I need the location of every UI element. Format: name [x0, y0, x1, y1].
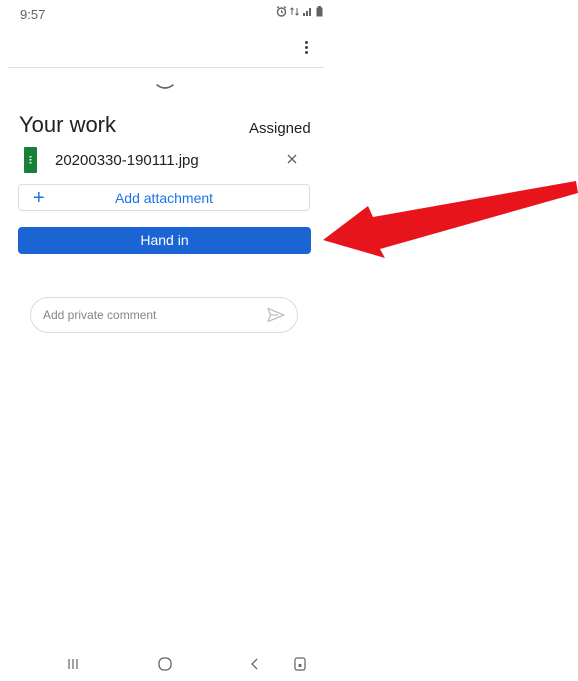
send-icon[interactable] — [267, 307, 285, 323]
status-assigned: Assigned — [249, 120, 311, 137]
hand-in-button[interactable]: Hand in — [18, 227, 311, 254]
alarm-icon — [276, 6, 287, 17]
attachment-file-name[interactable]: 20200330-190111.jpg — [55, 152, 199, 169]
home-icon[interactable] — [157, 656, 173, 672]
battery-icon — [316, 6, 323, 17]
add-attachment-button[interactable]: + Add attachment — [18, 184, 310, 211]
back-icon[interactable] — [248, 657, 262, 671]
cell-signal-icon — [303, 8, 311, 16]
your-work-title: Your work — [19, 112, 117, 137]
private-comment-box — [30, 297, 298, 333]
close-icon[interactable] — [284, 151, 300, 167]
overflow-menu-icon[interactable] — [296, 36, 316, 58]
status-icons — [276, 6, 323, 17]
chevron-down-icon[interactable] — [155, 82, 175, 92]
annotation-arrow — [323, 181, 578, 258]
recent-apps-icon[interactable] — [66, 657, 80, 671]
header-divider — [8, 67, 324, 68]
assistant-icon[interactable] — [293, 656, 307, 672]
image-file-icon[interactable] — [24, 147, 37, 173]
data-signal-icon — [290, 7, 299, 16]
add-attachment-label: Add attachment — [114, 190, 214, 206]
private-comment-input[interactable] — [43, 306, 263, 324]
status-time: 9:57 — [20, 7, 46, 22]
